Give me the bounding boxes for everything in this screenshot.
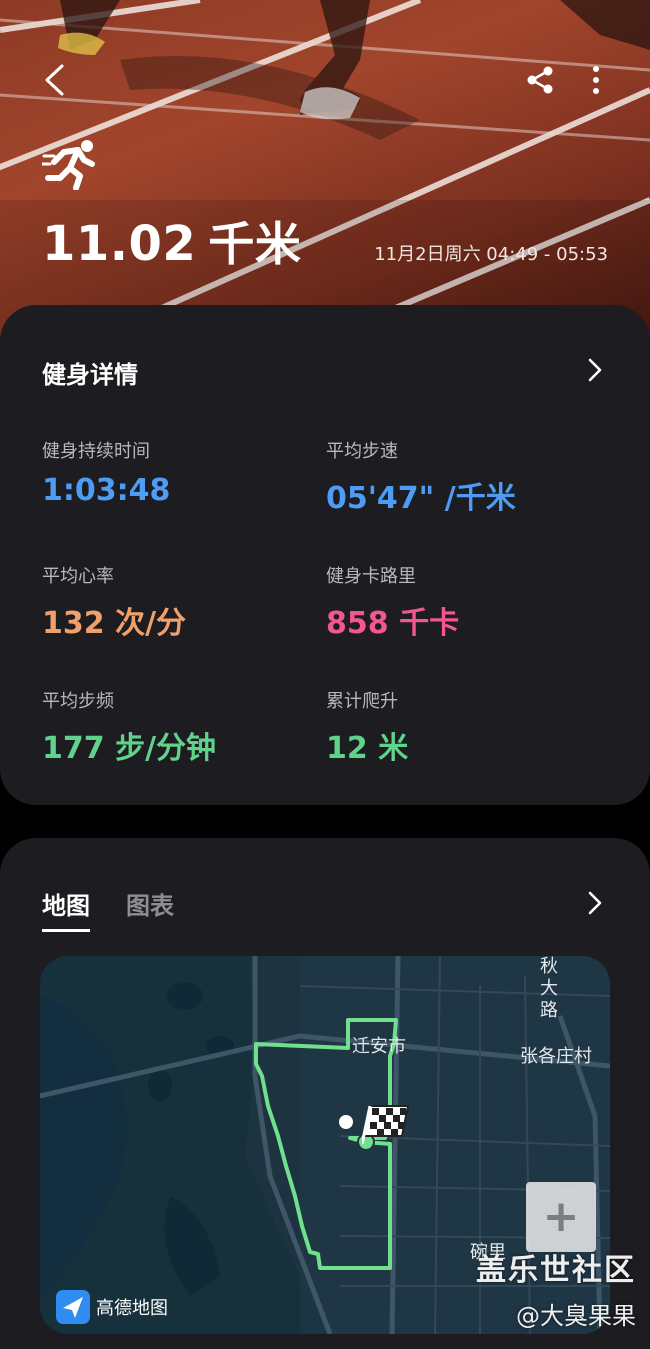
metric-label: 平均步速 xyxy=(326,441,398,462)
metric-label: 健身持续时间 xyxy=(42,441,150,462)
chevron-right-icon xyxy=(588,358,602,382)
chevron-left-icon xyxy=(45,64,64,96)
zoom-in-button[interactable]: + xyxy=(526,1182,596,1252)
metric-label: 累计爬升 xyxy=(326,691,398,712)
details-title: 健身详情 xyxy=(42,361,138,389)
share-button[interactable] xyxy=(518,58,562,102)
metric-elevation-gain: 累计爬升 12 米 xyxy=(326,687,586,767)
metric-avg-pace: 平均步速 05'47" /千米 xyxy=(326,437,586,517)
plus-icon: + xyxy=(542,1191,580,1242)
workout-datetime: 11月2日周六 04:49 - 05:53 xyxy=(374,244,608,265)
distance-unit: 千米 xyxy=(208,217,302,271)
metric-value: 05'47" /千米 xyxy=(326,481,516,516)
metric-label: 平均步频 xyxy=(42,691,114,712)
metric-avg-heart-rate: 平均心率 132 次/分 xyxy=(42,562,302,642)
map-label-road: 秋大路 xyxy=(540,956,558,1021)
more-vertical-icon xyxy=(593,66,599,94)
finish-flag-icon xyxy=(362,1105,410,1145)
map-card: 地图 图表 迁安市 张各庄村 秋大路 碗里 + 高德地图 盖乐世社区 @大臭果果 xyxy=(0,838,650,1349)
map-label-village: 张各庄村 xyxy=(520,1046,592,1067)
map-label-city: 迁安市 xyxy=(352,1036,406,1057)
map-more-button[interactable] xyxy=(580,888,610,918)
header-banner: 11.02 千米 11月2日周六 04:49 - 05:53 xyxy=(0,0,650,340)
chevron-right-icon xyxy=(588,891,602,915)
back-button[interactable] xyxy=(32,58,76,102)
metric-label: 平均心率 xyxy=(42,566,114,587)
distance-summary: 11.02 千米 xyxy=(42,208,301,274)
metric-value: 858 千卡 xyxy=(326,606,460,641)
map-chart-tabs: 地图 图表 xyxy=(42,886,174,932)
watermark-author: @大臭果果 xyxy=(516,1302,636,1330)
metric-avg-cadence: 平均步频 177 步/分钟 xyxy=(42,687,302,767)
running-icon xyxy=(42,140,95,190)
fitness-details-card: 健身详情 健身持续时间 1:03:48 平均步速 05'47" /千米 平均心率… xyxy=(0,305,650,805)
tab-map[interactable]: 地图 xyxy=(42,886,90,932)
share-icon xyxy=(527,66,553,94)
metric-value: 12 米 xyxy=(326,731,409,766)
metric-value: 1:03:48 xyxy=(42,473,171,508)
tab-chart[interactable]: 图表 xyxy=(126,886,174,932)
metric-label: 健身卡路里 xyxy=(326,566,416,587)
metric-value: 177 步/分钟 xyxy=(42,731,217,766)
amap-logo-icon xyxy=(56,1290,90,1324)
watermark-community: 盖乐世社区 xyxy=(476,1253,636,1288)
metric-duration: 健身持续时间 1:03:48 xyxy=(42,437,302,508)
metric-calories: 健身卡路里 858 千卡 xyxy=(326,562,586,642)
metric-value: 132 次/分 xyxy=(42,606,187,641)
distance-value: 11.02 xyxy=(42,216,197,272)
more-options-button[interactable] xyxy=(574,58,618,102)
map-provider-name: 高德地图 xyxy=(96,1298,168,1319)
details-more-button[interactable] xyxy=(580,355,610,385)
map-provider-logo: 高德地图 xyxy=(56,1290,168,1324)
